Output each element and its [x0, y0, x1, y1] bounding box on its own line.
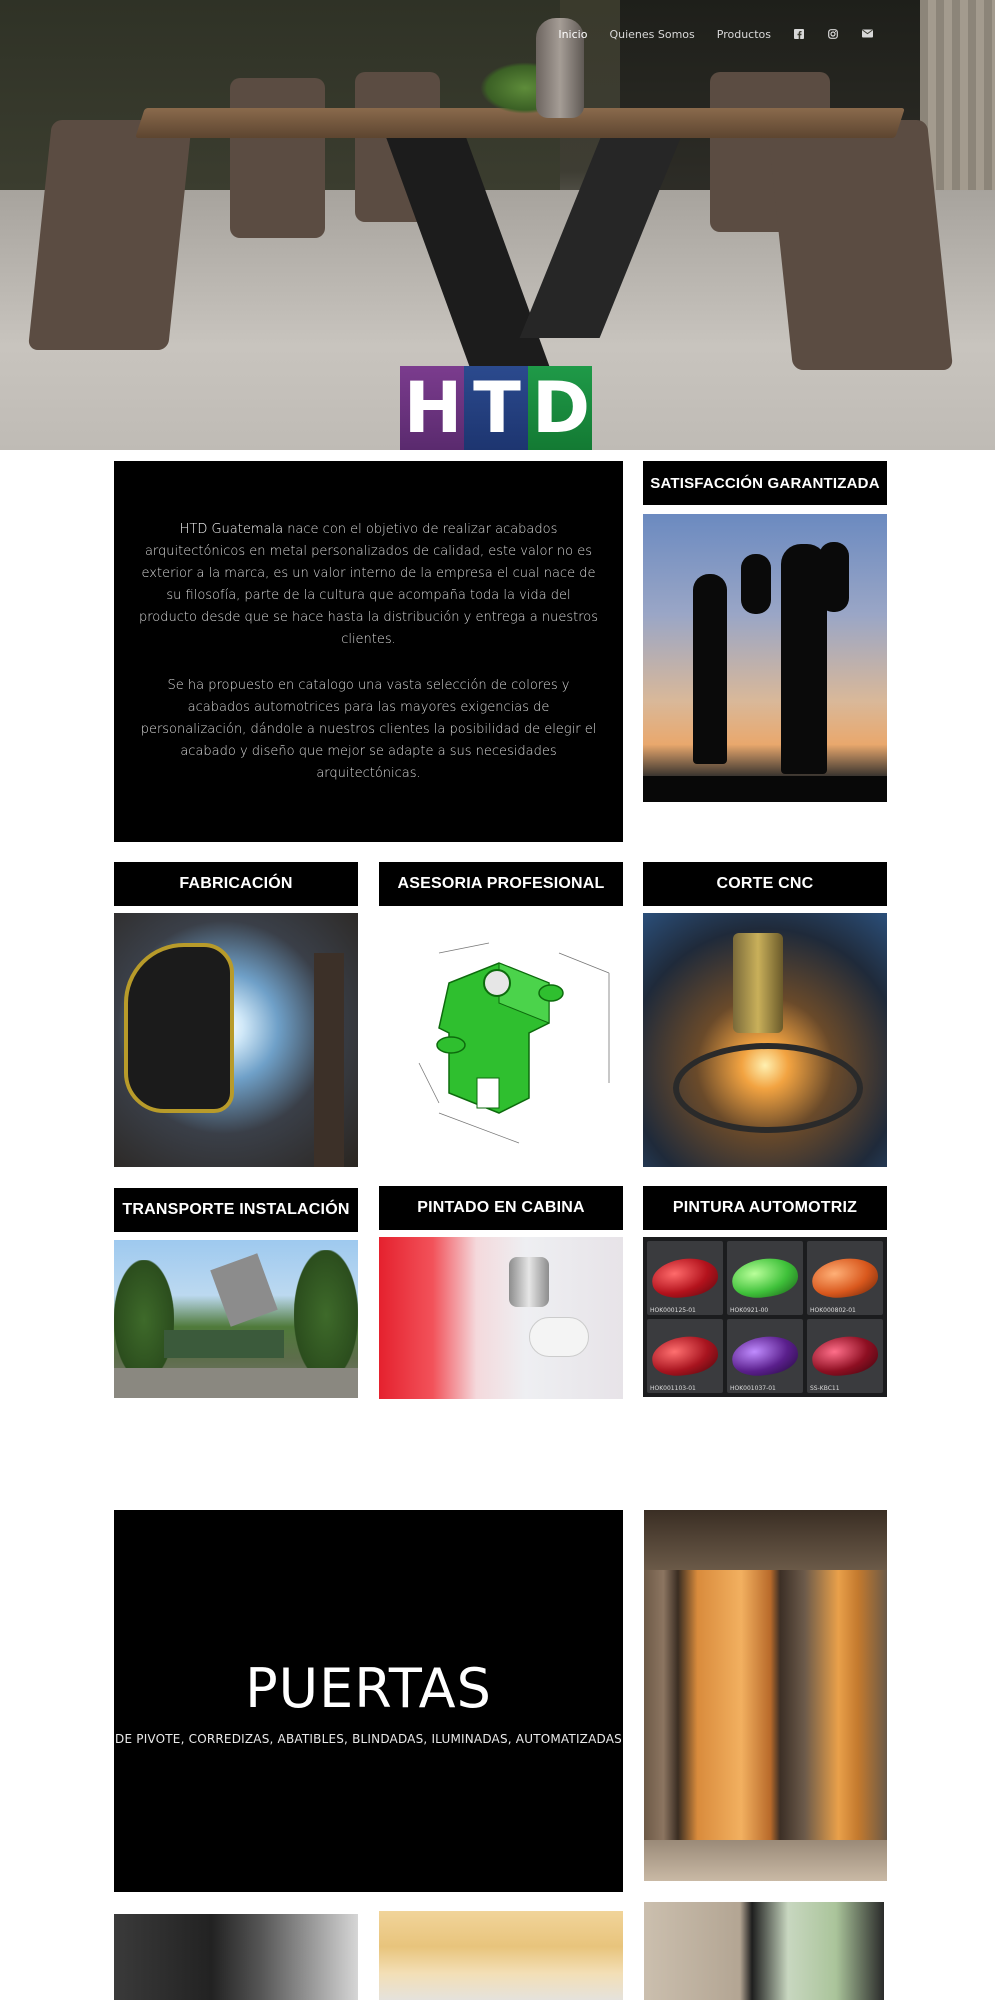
paint-swatch: SS-KBC11 — [807, 1319, 883, 1393]
logo-letter-d: D — [528, 366, 592, 450]
brand-name: HTD Guatemala — [179, 521, 284, 537]
label-asesoria: ASESORIA PROFESIONAL — [379, 862, 623, 906]
spray-painting-image — [379, 1237, 623, 1399]
logo-letter-t: T — [464, 366, 528, 450]
illuminated-door-image — [644, 1510, 887, 1881]
intro-paragraph-1: HTD Guatemala nace con el objetivo de re… — [138, 519, 599, 651]
puertas-title: PUERTAS — [245, 1656, 492, 1720]
intro-box: HTD Guatemala nace con el objetivo de re… — [114, 461, 623, 842]
label-transporte: TRANSPORTE INSTALACIÓN — [114, 1188, 358, 1232]
envelope-icon[interactable] — [861, 29, 873, 41]
chair-image — [230, 78, 325, 238]
welding-image — [114, 913, 358, 1167]
nav-inicio[interactable]: Inicio — [558, 28, 587, 41]
chair-image — [27, 120, 193, 350]
intro-text: nace con el objetivo de realizar acabado… — [139, 521, 598, 647]
label-corte-cnc: CORTE CNC — [643, 862, 887, 906]
cnc-cutting-image — [643, 913, 887, 1167]
cad-drawing-image — [379, 913, 623, 1167]
main-nav: Inicio Quienes Somos Productos — [558, 28, 873, 41]
logo-letter-h: H — [400, 366, 464, 450]
label-fabricacion: FABRICACIÓN — [114, 862, 358, 906]
paint-swatch: HOK000802-01 — [807, 1241, 883, 1315]
paint-swatch: HOK001103-01 — [647, 1319, 723, 1393]
paint-swatches-image: HOK000125-01 HOK0921-00 HOK000802-01 HOK… — [643, 1237, 887, 1397]
chair-image — [766, 120, 954, 370]
htd-logo: H T D — [400, 366, 592, 450]
nav-productos[interactable]: Productos — [717, 28, 771, 41]
hero-banner: Inicio Quienes Somos Productos H T D — [0, 0, 995, 450]
instagram-icon[interactable] — [827, 28, 839, 41]
facebook-icon[interactable] — [793, 28, 805, 41]
puertas-box: PUERTAS DE PIVOTE, CORREDIZAS, ABATIBLES… — [114, 1510, 623, 1892]
transport-truck-image — [114, 1240, 358, 1398]
paint-swatch: HOK0921-00 — [727, 1241, 803, 1315]
intro-paragraph-2: Se ha propuesto en catalogo una vasta se… — [140, 677, 597, 781]
wood-door-image — [379, 1911, 623, 2000]
label-pintura-automotriz: PINTURA AUTOMOTRIZ — [643, 1186, 887, 1230]
glass-door-image — [644, 1902, 884, 2000]
puertas-subtitle: DE PIVOTE, CORREDIZAS, ABATIBLES, BLINDA… — [115, 1731, 622, 1746]
label-satisfaccion: SATISFACCIÓN GARANTIZADA — [643, 461, 887, 505]
modern-door-image — [114, 1914, 358, 2000]
paint-swatch: HOK001037-01 — [727, 1319, 803, 1393]
nav-quienes-somos[interactable]: Quienes Somos — [609, 28, 694, 41]
paint-swatch: HOK000125-01 — [647, 1241, 723, 1315]
family-silhouette-image — [643, 514, 887, 802]
label-pintado-cabina: PINTADO EN CABINA — [379, 1186, 623, 1230]
